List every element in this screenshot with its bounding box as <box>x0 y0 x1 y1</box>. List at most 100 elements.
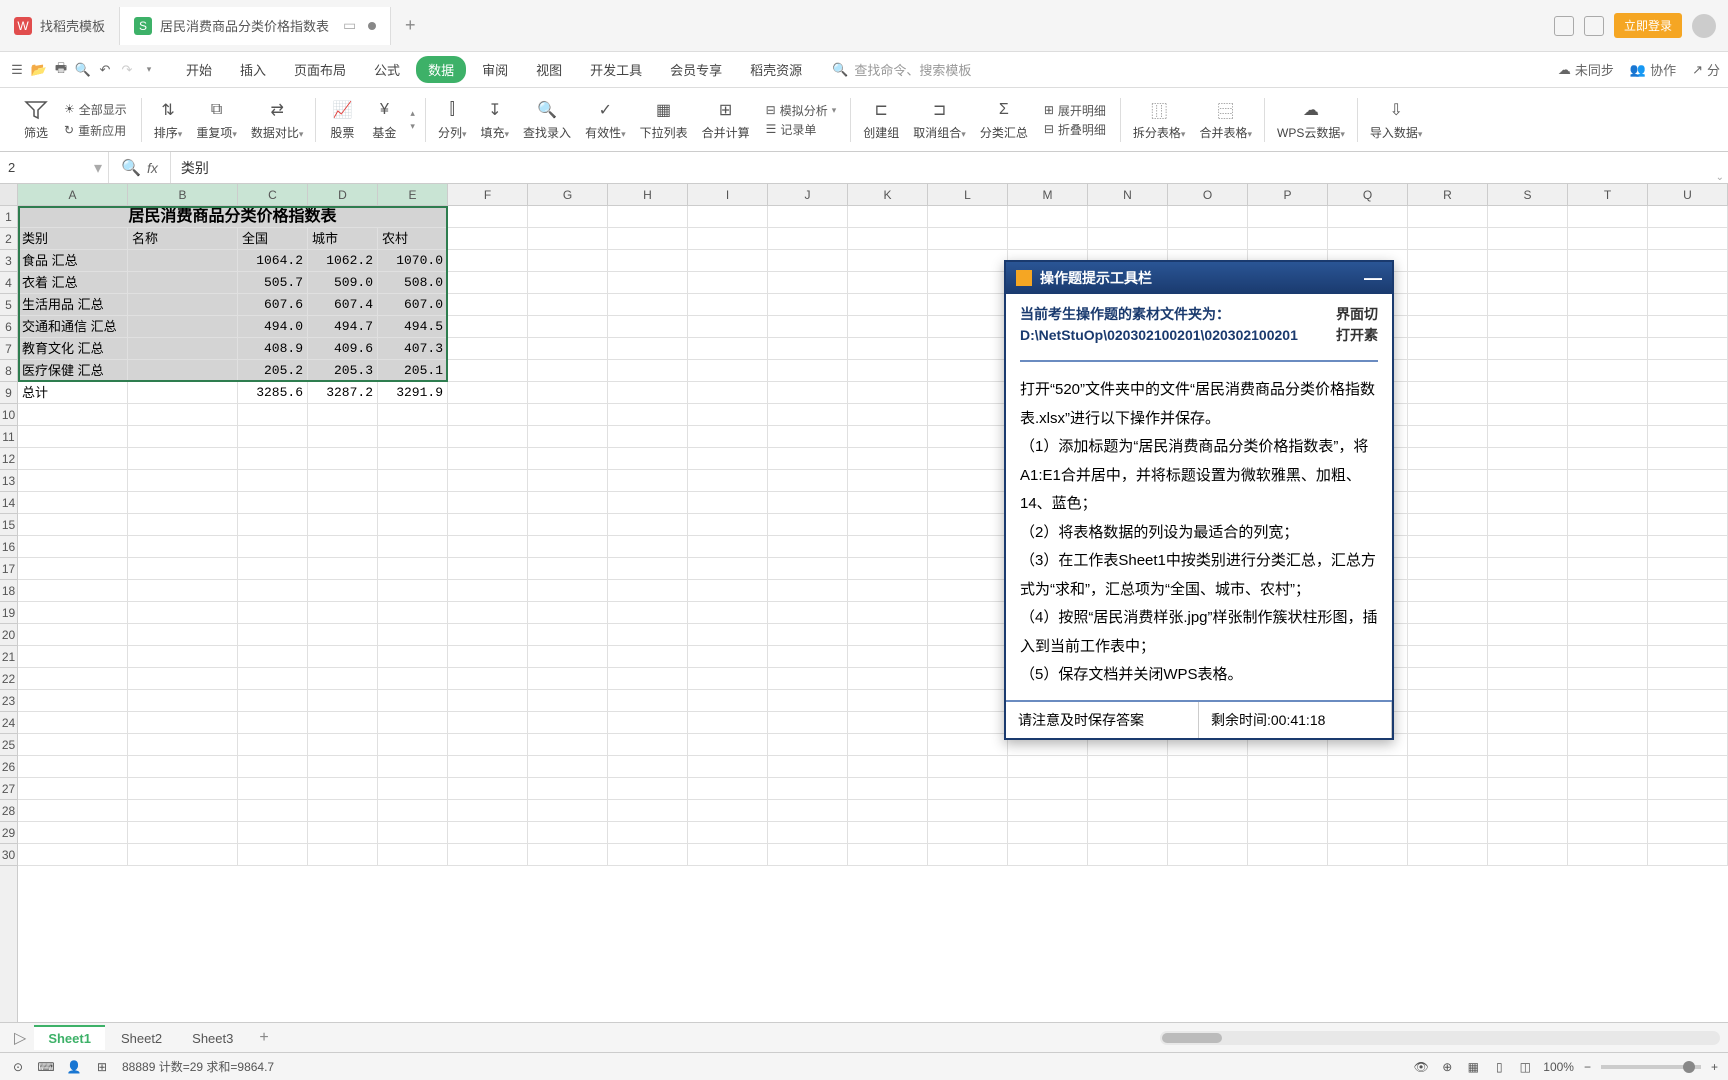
cell[interactable] <box>448 558 528 580</box>
cell[interactable] <box>1648 206 1728 228</box>
cell[interactable] <box>928 624 1008 646</box>
cell[interactable] <box>928 316 1008 338</box>
cell[interactable] <box>848 426 928 448</box>
cell[interactable] <box>1408 646 1488 668</box>
cell[interactable] <box>768 712 848 734</box>
qat-dropdown-icon[interactable]: ▾ <box>140 61 158 79</box>
menu-start[interactable]: 开始 <box>174 56 224 83</box>
cell[interactable] <box>928 580 1008 602</box>
cell[interactable] <box>378 492 448 514</box>
sheet-tab-3[interactable]: Sheet3 <box>178 1026 247 1050</box>
cell[interactable] <box>448 514 528 536</box>
show-all-button[interactable]: ☀全部显示 <box>64 101 127 118</box>
zoom-level[interactable]: 100% <box>1543 1060 1574 1074</box>
cell[interactable] <box>1488 580 1568 602</box>
cell[interactable] <box>128 690 238 712</box>
cell[interactable] <box>688 294 768 316</box>
cell[interactable] <box>928 426 1008 448</box>
cell[interactable] <box>928 734 1008 756</box>
cell[interactable] <box>1408 294 1488 316</box>
cell[interactable] <box>688 844 768 866</box>
row-header[interactable]: 6 <box>0 316 17 338</box>
zoom-icon[interactable]: 🔍 <box>121 158 141 178</box>
cell[interactable]: 教育文化 汇总 <box>18 338 128 360</box>
cell[interactable] <box>238 536 308 558</box>
cell[interactable] <box>848 822 928 844</box>
row-header[interactable]: 10 <box>0 404 17 426</box>
cell[interactable] <box>608 228 688 250</box>
cell[interactable] <box>1408 492 1488 514</box>
cell[interactable] <box>608 272 688 294</box>
cell[interactable] <box>608 294 688 316</box>
cell[interactable] <box>448 492 528 514</box>
cell[interactable] <box>378 844 448 866</box>
cell[interactable] <box>238 844 308 866</box>
row-header[interactable]: 25 <box>0 734 17 756</box>
menu-dev[interactable]: 开发工具 <box>578 56 654 83</box>
cell[interactable] <box>688 668 768 690</box>
cell[interactable] <box>1648 404 1728 426</box>
person-icon[interactable]: 👤 <box>66 1059 82 1075</box>
cell[interactable] <box>308 624 378 646</box>
cell[interactable] <box>1568 404 1648 426</box>
cell[interactable] <box>688 316 768 338</box>
row-header[interactable]: 11 <box>0 426 17 448</box>
cell[interactable] <box>128 624 238 646</box>
cell[interactable] <box>928 778 1008 800</box>
cell[interactable] <box>1648 778 1728 800</box>
cell[interactable] <box>1408 602 1488 624</box>
menu-data[interactable]: 数据 <box>416 56 466 83</box>
row-header[interactable]: 26 <box>0 756 17 778</box>
row-header[interactable]: 30 <box>0 844 17 866</box>
cell[interactable] <box>928 250 1008 272</box>
cells-grid[interactable]: 居民消费商品分类价格指数表类别名称全国城市农村食品 汇总1064.21062.2… <box>18 206 1728 1022</box>
cell[interactable] <box>128 470 238 492</box>
row-header[interactable]: 19 <box>0 602 17 624</box>
cell[interactable] <box>378 778 448 800</box>
row-header[interactable]: 9 <box>0 382 17 404</box>
cell[interactable] <box>1328 822 1408 844</box>
cell[interactable] <box>1168 228 1248 250</box>
grid-icon[interactable] <box>1584 16 1604 36</box>
cell[interactable] <box>128 382 238 404</box>
cell[interactable] <box>448 778 528 800</box>
row-header[interactable]: 2 <box>0 228 17 250</box>
cell[interactable] <box>1408 448 1488 470</box>
cell[interactable] <box>1008 206 1088 228</box>
cell[interactable] <box>1568 426 1648 448</box>
cell[interactable] <box>308 602 378 624</box>
zoom-in-icon[interactable]: + <box>1711 1060 1718 1074</box>
cell[interactable] <box>238 756 308 778</box>
minimize-icon[interactable]: — <box>1364 268 1382 289</box>
col-header[interactable]: C <box>238 184 308 205</box>
cell[interactable] <box>608 492 688 514</box>
cell[interactable] <box>1408 624 1488 646</box>
cell[interactable] <box>1328 800 1408 822</box>
cell[interactable] <box>1408 360 1488 382</box>
cell[interactable] <box>848 734 928 756</box>
cell[interactable] <box>848 382 928 404</box>
cell[interactable] <box>308 822 378 844</box>
cell[interactable] <box>528 426 608 448</box>
cell[interactable] <box>768 470 848 492</box>
cell[interactable]: 食品 汇总 <box>18 250 128 272</box>
cell[interactable] <box>1408 206 1488 228</box>
sort-button[interactable]: ⇅排序▾ <box>148 96 189 143</box>
cell[interactable] <box>1088 228 1168 250</box>
cell[interactable] <box>1088 778 1168 800</box>
cell[interactable] <box>238 558 308 580</box>
cell[interactable] <box>128 426 238 448</box>
cell[interactable] <box>18 756 128 778</box>
cell[interactable] <box>128 778 238 800</box>
cell[interactable] <box>308 778 378 800</box>
cell[interactable] <box>238 514 308 536</box>
cell[interactable] <box>308 690 378 712</box>
cell[interactable] <box>528 778 608 800</box>
cell[interactable] <box>448 404 528 426</box>
cell[interactable] <box>18 668 128 690</box>
cell[interactable] <box>308 800 378 822</box>
cell[interactable] <box>608 844 688 866</box>
cell[interactable] <box>128 602 238 624</box>
cell[interactable] <box>378 602 448 624</box>
cell[interactable] <box>308 734 378 756</box>
